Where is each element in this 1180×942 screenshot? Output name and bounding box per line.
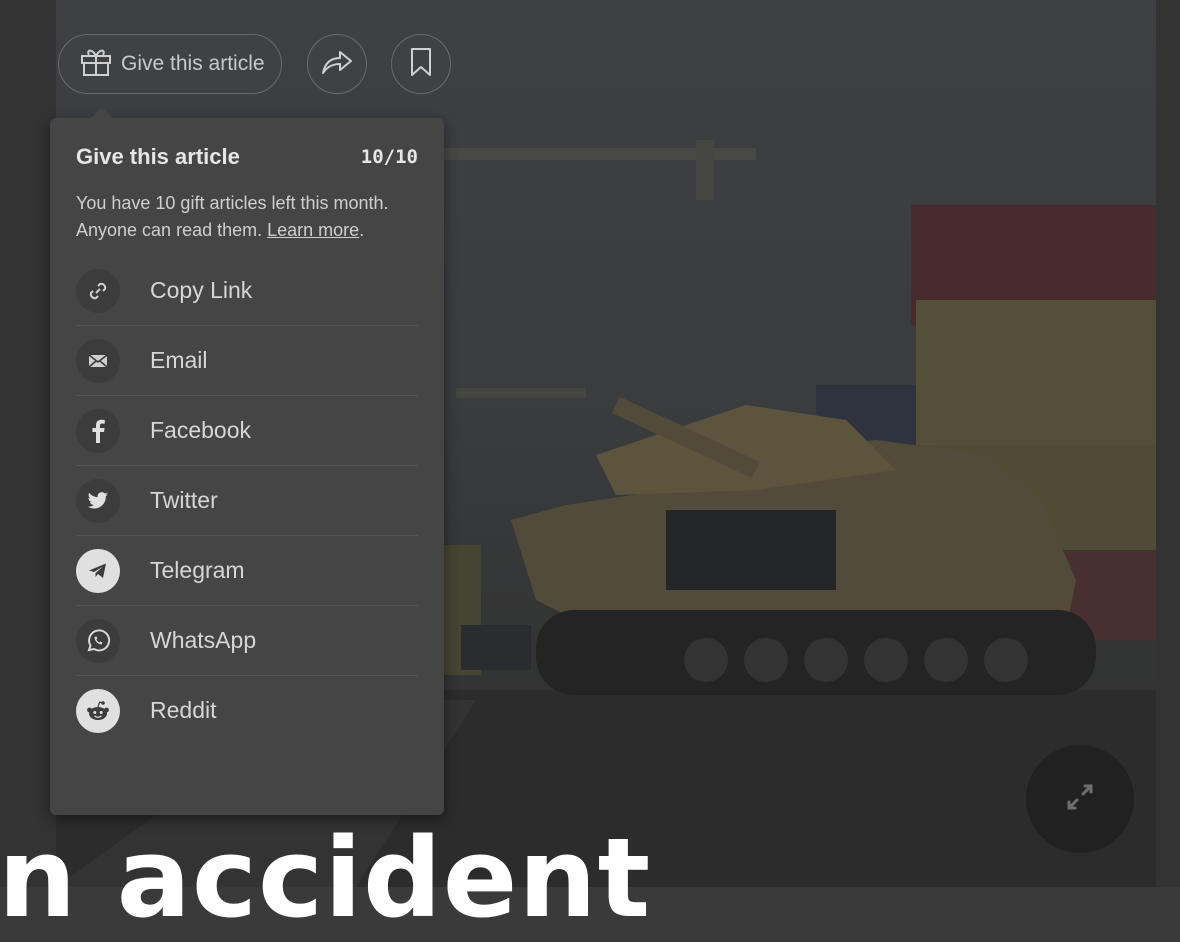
description-period: . [359, 220, 365, 240]
learn-more-link[interactable]: Learn more [267, 220, 359, 240]
article-headline-fragment: n accident [0, 814, 652, 942]
give-article-button[interactable]: Give this article [58, 34, 282, 94]
share-item-label: Twitter [150, 487, 218, 513]
telegram-icon [76, 548, 120, 593]
expand-image-button[interactable] [1026, 745, 1134, 853]
share-item-label: Email [150, 347, 208, 373]
whatsapp-icon [76, 618, 120, 663]
share-item-copy-link[interactable]: Copy Link [76, 256, 418, 326]
link-icon [76, 268, 120, 313]
bookmark-icon [410, 47, 432, 82]
popover-description: You have 10 gift articles left this mont… [76, 190, 418, 244]
share-item-label: Facebook [150, 417, 252, 443]
share-item-label: WhatsApp [150, 627, 257, 653]
share-item-telegram[interactable]: Telegram [76, 536, 418, 606]
facebook-icon [76, 408, 120, 453]
expand-arrows-icon [1060, 777, 1100, 822]
popover-title: Give this article [76, 144, 240, 169]
share-item-reddit[interactable]: Reddit [76, 676, 418, 745]
gift-count: 10/10 [360, 146, 418, 168]
bookmark-button[interactable] [391, 34, 451, 94]
twitter-icon [76, 478, 120, 523]
share-item-facebook[interactable]: Facebook [76, 396, 418, 466]
reddit-icon [76, 688, 120, 733]
gift-article-popover: Give this article 10/10 You have 10 gift… [50, 107, 444, 815]
popover-header: Give this article 10/10 [76, 144, 418, 170]
share-item-label: Copy Link [150, 277, 253, 303]
share-arrow-icon [321, 49, 353, 80]
share-item-email[interactable]: Email [76, 326, 418, 396]
share-item-twitter[interactable]: Twitter [76, 466, 418, 536]
share-item-label: Reddit [150, 697, 217, 723]
share-item-whatsapp[interactable]: WhatsApp [76, 606, 418, 676]
email-icon [76, 338, 120, 383]
share-button[interactable] [307, 34, 367, 94]
share-options-list: Copy Link Email Facebook Twitter Telegra… [76, 256, 418, 745]
give-article-label: Give this article [121, 52, 265, 75]
share-item-label: Telegram [150, 557, 245, 583]
gift-icon [79, 44, 113, 84]
